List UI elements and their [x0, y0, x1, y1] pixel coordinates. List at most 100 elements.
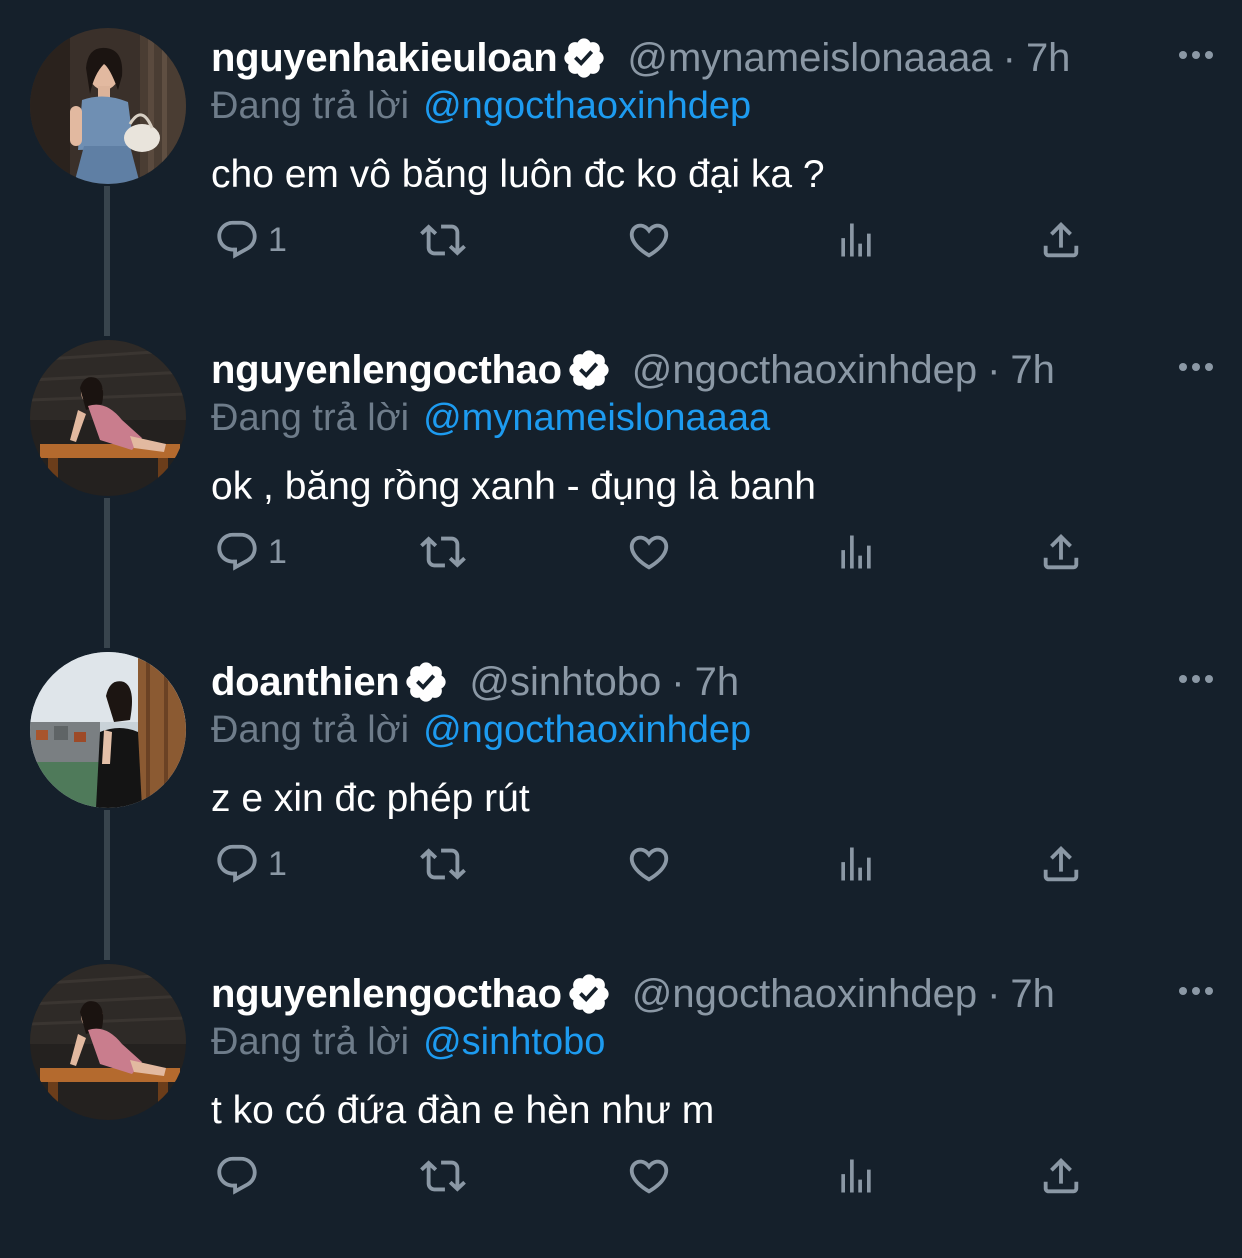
replying-to-handle-link[interactable]: @mynameislonaaaa: [423, 397, 770, 439]
tweet-text: t ko có đứa đàn e hèn như m: [211, 1089, 715, 1132]
views-icon: [841, 1159, 871, 1193]
like-button[interactable]: [626, 210, 672, 270]
timestamp[interactable]: 7h: [1010, 966, 1055, 1022]
avatar[interactable]: [30, 28, 186, 184]
share-icon: [1043, 221, 1079, 258]
reply-icon: [217, 532, 257, 571]
views-button[interactable]: [834, 1146, 878, 1206]
display-name[interactable]: nguyenhakieuloan: [211, 30, 558, 86]
tweet-text: cho em vô băng luôn đc ko đại ka ?: [211, 153, 825, 196]
profile-photo-woman-denim-icon: [30, 28, 186, 184]
retweet-icon: [420, 848, 466, 880]
reply-icon: [217, 1156, 257, 1195]
views-icon: [841, 223, 871, 257]
reply-icon: [217, 220, 257, 259]
user-handle[interactable]: @ngocthaoxinhdep: [632, 966, 977, 1022]
tweet-text: ok , băng rồng xanh - đụng là banh: [211, 465, 816, 508]
reply-button[interactable]: 1: [214, 834, 287, 894]
tweet[interactable]: nguyenlengocthao @ngocthaoxinhdep · 7h Đ…: [0, 312, 1242, 624]
share-button[interactable]: [1038, 1146, 1084, 1206]
avatar[interactable]: [30, 340, 186, 496]
separator-dot: ·: [671, 660, 685, 704]
more-options-icon[interactable]: [1176, 352, 1216, 382]
tweet-actions: [0, 1146, 1242, 1206]
timestamp[interactable]: 7h: [695, 654, 740, 710]
more-options-icon[interactable]: [1176, 976, 1216, 1006]
tweet-header: nguyenlengocthao @ngocthaoxinhdep · 7h: [211, 342, 1055, 398]
replying-to-handle-link[interactable]: @ngocthaoxinhdep: [423, 85, 751, 127]
share-button[interactable]: [1038, 522, 1084, 582]
user-handle[interactable]: @mynameislonaaaa: [627, 30, 992, 86]
separator-dot: ·: [1002, 36, 1016, 80]
verified-badge-icon: [403, 659, 449, 705]
share-icon: [1043, 1157, 1079, 1194]
like-icon: [629, 535, 669, 570]
timestamp[interactable]: 7h: [1026, 30, 1071, 86]
display-name[interactable]: nguyenlengocthao: [211, 966, 562, 1022]
replying-to: Đang trả lời @ngocthaoxinhdep: [211, 704, 751, 756]
avatar[interactable]: [30, 964, 186, 1120]
views-button[interactable]: [834, 834, 878, 894]
views-icon: [841, 535, 871, 569]
like-icon: [629, 1159, 669, 1194]
views-button[interactable]: [834, 210, 878, 270]
display-name[interactable]: doanthien: [211, 654, 400, 710]
replying-to-handle-link[interactable]: @ngocthaoxinhdep: [423, 709, 751, 751]
tweet-actions: 1: [0, 834, 1242, 894]
retweet-icon: [420, 536, 466, 568]
tweet-header: nguyenlengocthao @ngocthaoxinhdep · 7h: [211, 966, 1055, 1022]
replying-to: Đang trả lời @ngocthaoxinhdep: [211, 80, 751, 132]
verified-badge-icon: [561, 35, 607, 81]
tweet[interactable]: nguyenhakieuloan @mynameislonaaaa · 7h Đ…: [0, 0, 1242, 312]
more-options-icon[interactable]: [1176, 40, 1216, 70]
timestamp[interactable]: 7h: [1010, 342, 1055, 398]
separator-dot: ·: [987, 972, 1001, 1016]
like-icon: [629, 847, 669, 882]
reply-count: 1: [268, 844, 287, 883]
tweet-text: z e xin đc phép rút: [211, 777, 530, 820]
profile-photo-woman-pink-dress-icon: [30, 340, 186, 496]
views-button[interactable]: [834, 522, 878, 582]
reply-button[interactable]: [214, 1146, 268, 1206]
replying-to: Đang trả lời @mynameislonaaaa: [211, 392, 770, 444]
reply-button[interactable]: 1: [214, 522, 287, 582]
reply-count: 1: [268, 532, 287, 571]
more-options-icon[interactable]: [1176, 664, 1216, 694]
retweet-button[interactable]: [418, 522, 468, 582]
replying-to-label: Đang trả lời: [211, 709, 410, 751]
reply-icon: [217, 844, 257, 883]
tweet-actions: 1: [0, 210, 1242, 270]
like-icon: [629, 223, 669, 258]
like-button[interactable]: [626, 522, 672, 582]
profile-photo-woman-pink-dress-icon: [30, 964, 186, 1120]
tweet-header: doanthien @sinhtobo · 7h: [211, 654, 739, 710]
replying-to-label: Đang trả lời: [211, 1021, 410, 1063]
like-button[interactable]: [626, 834, 672, 894]
retweet-button[interactable]: [418, 1146, 468, 1206]
retweet-button[interactable]: [418, 210, 468, 270]
like-button[interactable]: [626, 1146, 672, 1206]
separator-dot: ·: [987, 348, 1001, 392]
display-name[interactable]: nguyenlengocthao: [211, 342, 562, 398]
user-handle[interactable]: @ngocthaoxinhdep: [632, 342, 977, 398]
user-handle[interactable]: @sinhtobo: [469, 654, 661, 710]
profile-photo-woman-black-dress-icon: [30, 652, 186, 808]
reply-button[interactable]: 1: [214, 210, 287, 270]
share-icon: [1043, 845, 1079, 882]
replying-to: Đang trả lời @sinhtobo: [211, 1016, 605, 1068]
retweet-icon: [420, 1160, 466, 1192]
avatar[interactable]: [30, 652, 186, 808]
reply-count: 1: [268, 220, 287, 259]
replying-to-handle-link[interactable]: @sinhtobo: [423, 1021, 605, 1063]
tweet[interactable]: nguyenlengocthao @ngocthaoxinhdep · 7h Đ…: [0, 936, 1242, 1248]
tweet-actions: 1: [0, 522, 1242, 582]
share-icon: [1043, 533, 1079, 570]
reply-thread: nguyenhakieuloan @mynameislonaaaa · 7h Đ…: [0, 0, 1242, 1258]
verified-badge-icon: [566, 347, 612, 393]
replying-to-label: Đang trả lời: [211, 397, 410, 439]
verified-badge-icon: [566, 971, 612, 1017]
share-button[interactable]: [1038, 210, 1084, 270]
share-button[interactable]: [1038, 834, 1084, 894]
tweet[interactable]: doanthien @sinhtobo · 7h Đang trả lời @ng…: [0, 624, 1242, 936]
retweet-button[interactable]: [418, 834, 468, 894]
